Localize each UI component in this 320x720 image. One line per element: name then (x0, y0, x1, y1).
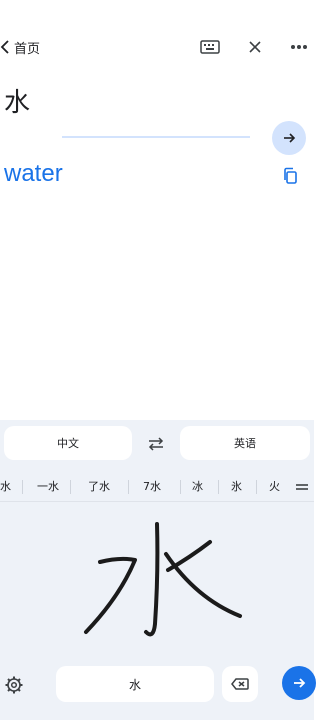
enter-button[interactable] (282, 666, 316, 700)
back-label: 首页 (14, 41, 41, 57)
candidate[interactable]: 水 (0, 478, 11, 496)
back-button[interactable]: 首页 (0, 36, 60, 58)
expand-candidates-icon[interactable] (294, 480, 310, 494)
chevron-left-icon (0, 40, 9, 54)
candidate-divider (218, 480, 219, 494)
copy-icon (284, 167, 297, 184)
arrow-right-icon (284, 133, 296, 143)
candidate[interactable]: 7水 (143, 478, 161, 496)
keyboard-button[interactable] (199, 36, 221, 58)
keyboard-bottom-row: 水 (0, 666, 316, 706)
arrow-right-icon (294, 678, 306, 688)
candidate[interactable]: 冰 (192, 478, 203, 496)
swap-icon (148, 437, 164, 451)
backspace-button[interactable] (222, 666, 258, 702)
handwriting-canvas[interactable] (0, 504, 314, 664)
candidate-divider (128, 480, 129, 494)
top-bar: 首页 (0, 28, 314, 66)
translate-button[interactable] (272, 121, 306, 155)
target-language-button[interactable]: 英语 (180, 426, 310, 460)
more-button[interactable] (288, 36, 310, 58)
handwriting-keyboard: 中文 英语 水 一水 了水 7水 冰 氷 火 水 (0, 420, 316, 720)
candidate[interactable]: 火 (269, 478, 280, 496)
source-language-button[interactable]: 中文 (4, 426, 132, 460)
close-button[interactable] (244, 36, 266, 58)
candidate-divider (180, 480, 181, 494)
more-horizontal-icon (291, 45, 307, 49)
recognized-preview[interactable]: 水 (56, 666, 214, 702)
source-text[interactable]: 水 (4, 82, 30, 119)
input-divider (62, 136, 250, 138)
candidate-divider (256, 480, 257, 494)
candidate-divider (22, 480, 23, 494)
handwritten-stroke (84, 522, 242, 637)
candidate[interactable]: 了水 (88, 478, 110, 496)
keyboard-icon (200, 40, 220, 54)
gear-icon[interactable] (4, 675, 24, 695)
close-icon (249, 41, 261, 53)
language-selector-row: 中文 英语 (0, 426, 314, 462)
backspace-icon (231, 678, 249, 690)
candidate[interactable]: 一水 (37, 478, 59, 496)
swap-languages-button[interactable] (146, 434, 166, 454)
candidate[interactable]: 氷 (231, 478, 242, 496)
candidate-bar: 水 一水 了水 7水 冰 氷 火 (0, 472, 314, 502)
candidate-divider (70, 480, 71, 494)
copy-button[interactable] (280, 166, 300, 186)
translation-result: water (4, 160, 63, 187)
